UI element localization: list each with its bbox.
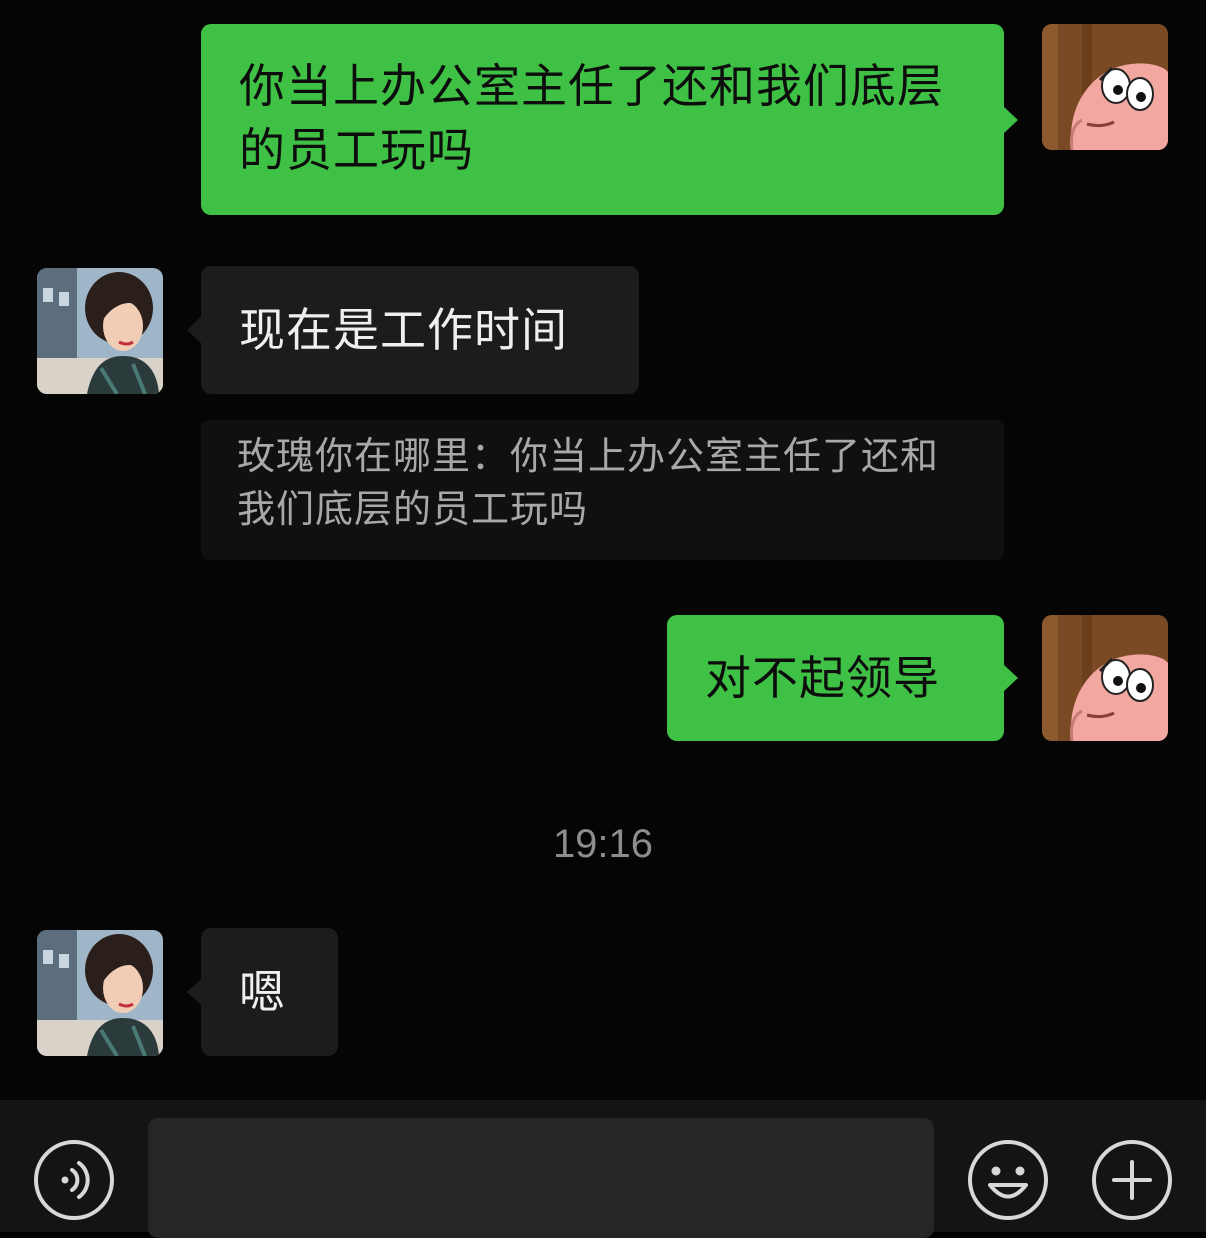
voice-input-button[interactable] [32, 1138, 116, 1222]
chat-message-list: 你当上办公室主任了还和我们底层的员工玩吗 现在是工作时间 玫瑰你在哪里：你当上办… [0, 0, 1206, 1100]
woman-portrait-avatar-image [37, 930, 163, 1056]
outgoing-message-bubble[interactable]: 对不起领导 [667, 615, 1018, 741]
plus-icon [1092, 1140, 1172, 1220]
self-avatar[interactable] [1042, 615, 1168, 741]
patrick-star-avatar-image [1042, 24, 1168, 150]
more-options-button[interactable] [1090, 1138, 1174, 1222]
incoming-message-bubble[interactable]: 现在是工作时间 [187, 266, 639, 394]
message-text: 你当上办公室主任了还和我们底层的员工玩吗 [239, 59, 944, 177]
incoming-message-bubble[interactable]: 嗯 [187, 928, 338, 1056]
contact-avatar[interactable] [37, 930, 163, 1056]
patrick-star-avatar-image [1042, 615, 1168, 741]
message-text: 嗯 [239, 965, 286, 1019]
message-text: 对不起领导 [705, 651, 940, 705]
message-text: 现在是工作时间 [239, 303, 568, 357]
contact-avatar[interactable] [37, 268, 163, 394]
message-input[interactable] [148, 1118, 934, 1238]
emoji-button[interactable] [966, 1138, 1050, 1222]
quoted-text: 玫瑰你在哪里：你当上办公室主任了还和我们底层的员工玩吗 [237, 434, 940, 531]
outgoing-message-bubble[interactable]: 你当上办公室主任了还和我们底层的员工玩吗 [201, 24, 1018, 215]
emoji-icon [968, 1140, 1048, 1220]
chat-input-bar [0, 1100, 1206, 1238]
message-timestamp: 19:16 [552, 822, 654, 866]
woman-portrait-avatar-image [37, 268, 163, 394]
quoted-message[interactable]: 玫瑰你在哪里：你当上办公室主任了还和我们底层的员工玩吗 [201, 420, 1004, 560]
self-avatar[interactable] [1042, 24, 1168, 150]
voice-input-icon [34, 1140, 114, 1220]
